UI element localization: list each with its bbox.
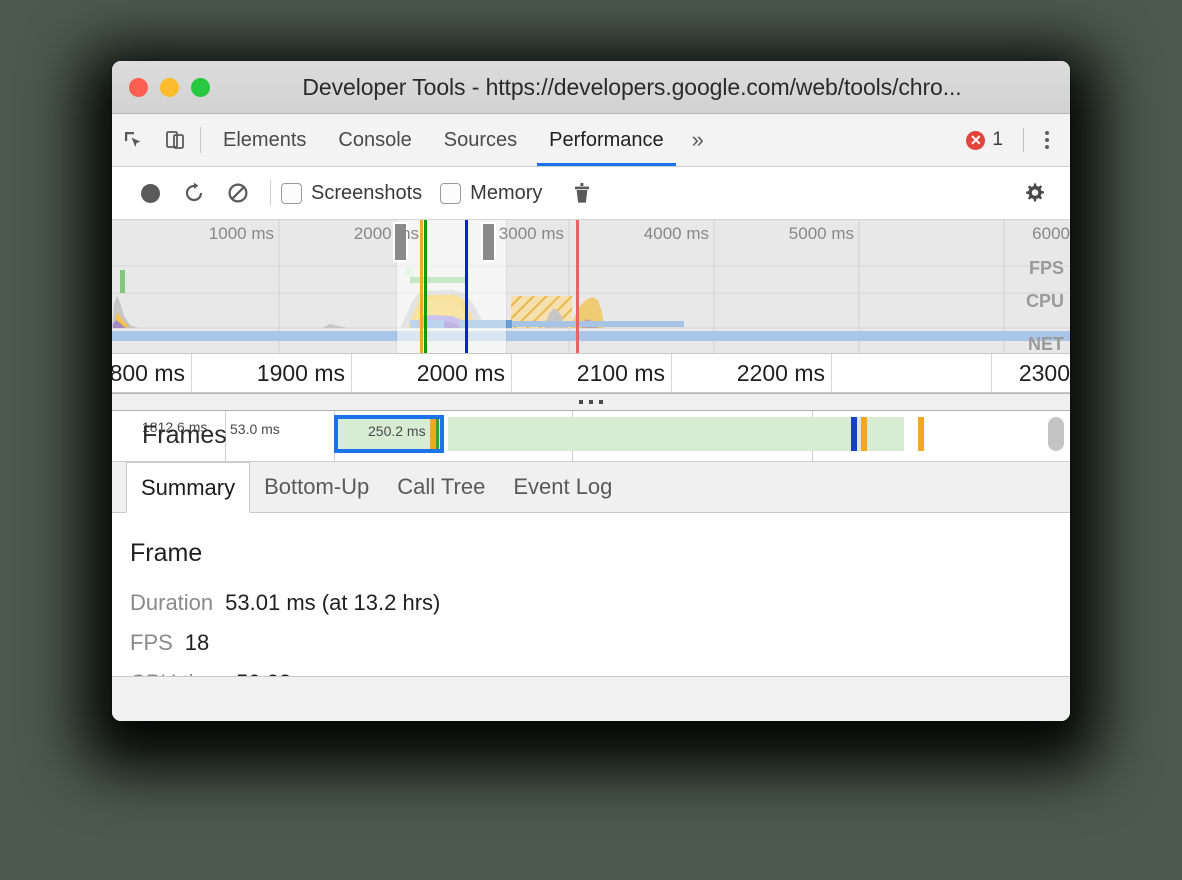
memory-label: Memory [470, 182, 542, 205]
ruler-tick-2: 2000 ms [417, 360, 505, 387]
tab-event-log[interactable]: Event Log [499, 462, 626, 512]
tab-bottom-up[interactable]: Bottom-Up [250, 462, 383, 512]
frames-track-title: Frames [142, 421, 227, 450]
zoom-window-button[interactable] [191, 78, 210, 97]
device-toggle-icon[interactable] [154, 114, 196, 166]
gear-icon [1021, 180, 1047, 206]
clear-recording-button[interactable] [216, 175, 260, 211]
minimize-window-button[interactable] [160, 78, 179, 97]
ruler-tick-0: 1800 ms [112, 360, 185, 387]
summary-panel: Frame Duration 53.01 ms (at 13.2 hrs) FP… [112, 513, 1070, 676]
summary-value: 18 [185, 630, 209, 656]
tabstrip-right-actions: ✕ 1 [966, 114, 1070, 166]
overview-tick-3: 4000 ms [644, 224, 709, 244]
kebab-menu-icon[interactable] [1034, 131, 1060, 149]
window-title: Developer Tools - https://developers.goo… [220, 74, 1044, 101]
summary-row-fps: FPS 18 [130, 630, 1070, 656]
frame-box[interactable] [812, 417, 904, 451]
ruler-tick-1: 1900 ms [257, 360, 345, 387]
marker-onload-blue [465, 220, 468, 353]
error-count: 1 [992, 129, 1003, 151]
tab-sources[interactable]: Sources [428, 114, 533, 166]
reload-record-icon [182, 181, 206, 205]
more-tabs-button[interactable]: » [680, 114, 716, 166]
ruler-divider [511, 354, 512, 392]
trash-icon [571, 181, 593, 205]
frame-bar-orange [918, 417, 924, 451]
overview-tick-4: 5000 ms [789, 224, 854, 244]
tab-console[interactable]: Console [322, 114, 427, 166]
marker-dcl-green [424, 220, 427, 353]
frame-bar-green [436, 419, 439, 449]
window-footer [112, 676, 1070, 721]
ruler-tick-3: 2100 ms [577, 360, 665, 387]
detail-tabbar: Summary Bottom-Up Call Tree Event Log [112, 462, 1070, 513]
ruler-divider [991, 354, 992, 392]
ruler-divider [671, 354, 672, 392]
summary-row-duration: Duration 53.01 ms (at 13.2 hrs) [130, 590, 1070, 616]
inspect-cursor-icon[interactable] [112, 114, 154, 166]
record-button[interactable] [128, 175, 172, 211]
marker-fp-orange [420, 220, 423, 353]
overview-tick-5: 6000 [1032, 224, 1070, 244]
tab-elements[interactable]: Elements [207, 114, 322, 166]
frames-scrollbar-thumb[interactable] [1048, 417, 1064, 451]
ruler-tick-5: 2300 [1019, 360, 1070, 387]
screenshots-checkbox-group[interactable]: Screenshots [281, 182, 422, 205]
ruler-divider [831, 354, 832, 392]
clear-icon [226, 181, 250, 205]
selected-frame[interactable]: 250.2 ms [334, 415, 444, 453]
summary-value: 53.01 ms (at 13.2 hrs) [225, 590, 440, 616]
frame-bar-orange [861, 417, 867, 451]
overview-right-handle[interactable] [481, 222, 496, 262]
frame-bar-blue [851, 417, 857, 451]
overview-tick-2: 3000 ms [499, 224, 564, 244]
timeline-overview[interactable]: 1000 ms 2000 ms 3000 ms 4000 ms 5000 ms … [112, 220, 1070, 354]
devtools-tabstrip: Elements Console Sources Performance » ✕… [112, 114, 1070, 167]
tab-summary[interactable]: Summary [126, 462, 250, 513]
settings-button[interactable] [1012, 175, 1056, 211]
window-titlebar: Developer Tools - https://developers.goo… [112, 61, 1070, 114]
tabstrip-divider [200, 127, 201, 153]
error-badge[interactable]: ✕ 1 [966, 129, 1003, 151]
memory-checkbox[interactable] [440, 183, 461, 204]
frame-label-1: 53.0 ms [230, 421, 280, 437]
traffic-lights [129, 78, 210, 97]
selected-frame-label: 250.2 ms [368, 423, 426, 439]
tab-call-tree[interactable]: Call Tree [383, 462, 499, 512]
toolbar-divider [1023, 128, 1024, 152]
reload-and-record-button[interactable] [172, 175, 216, 211]
summary-heading: Frame [130, 539, 1070, 568]
overview-row-label-fps: FPS [1029, 258, 1064, 279]
marker-load-red [576, 220, 579, 353]
pane-resizer[interactable] [112, 393, 1070, 411]
devtools-window: Developer Tools - https://developers.goo… [112, 61, 1070, 721]
overview-tick-0: 1000 ms [209, 224, 274, 244]
frames-track[interactable]: 1812.6 ms 53.0 ms Frames 250.2 ms [112, 411, 1070, 462]
error-icon: ✕ [966, 131, 985, 150]
screenshots-checkbox[interactable] [281, 183, 302, 204]
summary-key: Duration [130, 590, 213, 616]
toolbar-separator [270, 180, 271, 206]
frame-box[interactable] [572, 417, 812, 451]
close-window-button[interactable] [129, 78, 148, 97]
overview-row-label-cpu: CPU [1026, 291, 1064, 312]
overview-row-label-net: NET [1028, 334, 1064, 354]
frame-box[interactable] [448, 417, 572, 451]
tab-performance[interactable]: Performance [533, 114, 680, 166]
screenshots-label: Screenshots [311, 182, 422, 205]
collect-garbage-button[interactable] [560, 175, 604, 211]
ruler-tick-4: 2200 ms [737, 360, 825, 387]
ruler-divider [191, 354, 192, 392]
ruler-divider [351, 354, 352, 392]
timeline-ruler: 1800 ms 1900 ms 2000 ms 2100 ms 2200 ms … [112, 354, 1070, 393]
overview-tick-1: 2000 ms [354, 224, 419, 244]
summary-key: FPS [130, 630, 173, 656]
memory-checkbox-group[interactable]: Memory [440, 182, 542, 205]
performance-toolbar: Screenshots Memory [112, 167, 1070, 220]
record-circle-icon [141, 184, 160, 203]
